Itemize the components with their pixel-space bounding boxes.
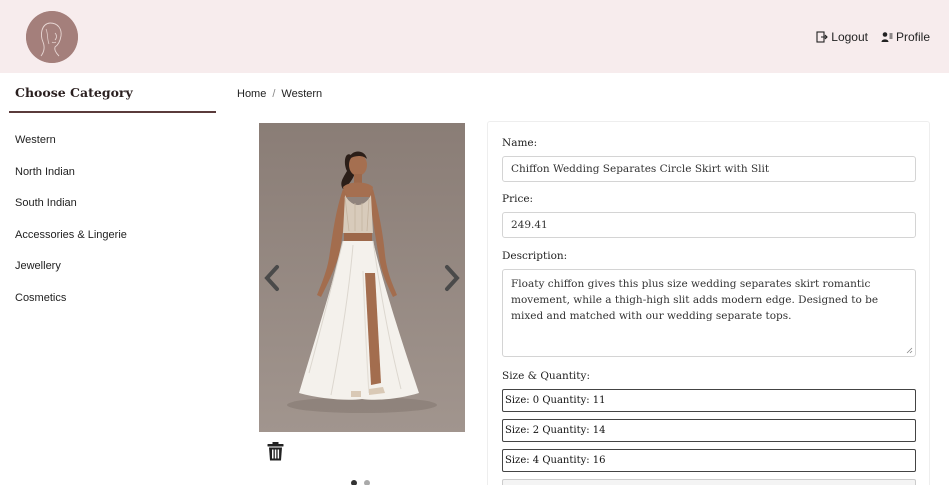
profile-label: Profile	[895, 30, 930, 44]
carousel-indicators	[351, 480, 370, 485]
carousel-next-chevron-right-icon[interactable]	[443, 263, 461, 293]
price-field[interactable]: 249.41	[502, 212, 916, 238]
category-item-cosmetics[interactable]: Cosmetics	[15, 291, 127, 323]
category-item-jewellery[interactable]: Jewellery	[15, 259, 127, 291]
logout-icon	[816, 31, 829, 43]
logo-face-icon	[26, 11, 78, 63]
nav-actions: Logout Profile	[816, 30, 930, 44]
name-field[interactable]: Chiffon Wedding Separates Circle Skirt w…	[502, 156, 916, 182]
breadcrumb: Home / Western	[237, 88, 322, 100]
breadcrumb-current: Western	[281, 88, 323, 100]
product-details-form: Name: Chiffon Wedding Separates Circle S…	[487, 121, 930, 485]
resize-grip-icon[interactable]	[906, 347, 913, 354]
size-quantity-row[interactable]: Size: 0 Quantity: 11	[502, 389, 916, 412]
carousel-indicator-2[interactable]	[364, 480, 370, 485]
profile-icon	[881, 32, 893, 42]
category-list: Western North Indian South Indian Access…	[15, 133, 127, 323]
size-quantity-row[interactable]: Size: 4 Quantity: 16	[502, 449, 916, 472]
brand-logo[interactable]	[26, 11, 78, 63]
category-sidebar: Choose Category Western North Indian Sou…	[0, 73, 225, 485]
product-photo	[259, 123, 465, 432]
profile-link[interactable]: Profile	[881, 30, 930, 44]
category-item-accessories-lingerie[interactable]: Accessories & Lingerie	[15, 228, 127, 260]
logout-link[interactable]: Logout	[816, 30, 868, 44]
size-quantity-label: Size & Quantity:	[502, 370, 590, 382]
price-label: Price:	[502, 193, 534, 205]
size-quantity-row[interactable]: Size: 2 Quantity: 14	[502, 419, 916, 442]
delete-trash-icon[interactable]	[267, 442, 284, 461]
size-quantity-row-partial[interactable]	[502, 479, 916, 485]
carousel-indicator-1[interactable]	[351, 480, 357, 485]
breadcrumb-home[interactable]: Home	[237, 88, 266, 100]
description-label: Description:	[502, 250, 568, 262]
category-item-south-indian[interactable]: South Indian	[15, 196, 127, 228]
sidebar-divider	[9, 111, 216, 113]
sidebar-title: Choose Category	[15, 85, 133, 100]
name-label: Name:	[502, 137, 538, 149]
logout-label: Logout	[831, 30, 868, 44]
description-text: Floaty chiffon gives this plus size wedd…	[511, 278, 879, 322]
carousel-prev-chevron-left-icon[interactable]	[263, 263, 281, 293]
product-image-carousel	[259, 123, 465, 432]
description-textarea[interactable]: Floaty chiffon gives this plus size wedd…	[502, 269, 916, 357]
breadcrumb-separator: /	[272, 88, 276, 100]
top-navbar: Logout Profile	[0, 0, 949, 73]
category-item-north-indian[interactable]: North Indian	[15, 165, 127, 197]
category-item-western[interactable]: Western	[15, 133, 127, 165]
